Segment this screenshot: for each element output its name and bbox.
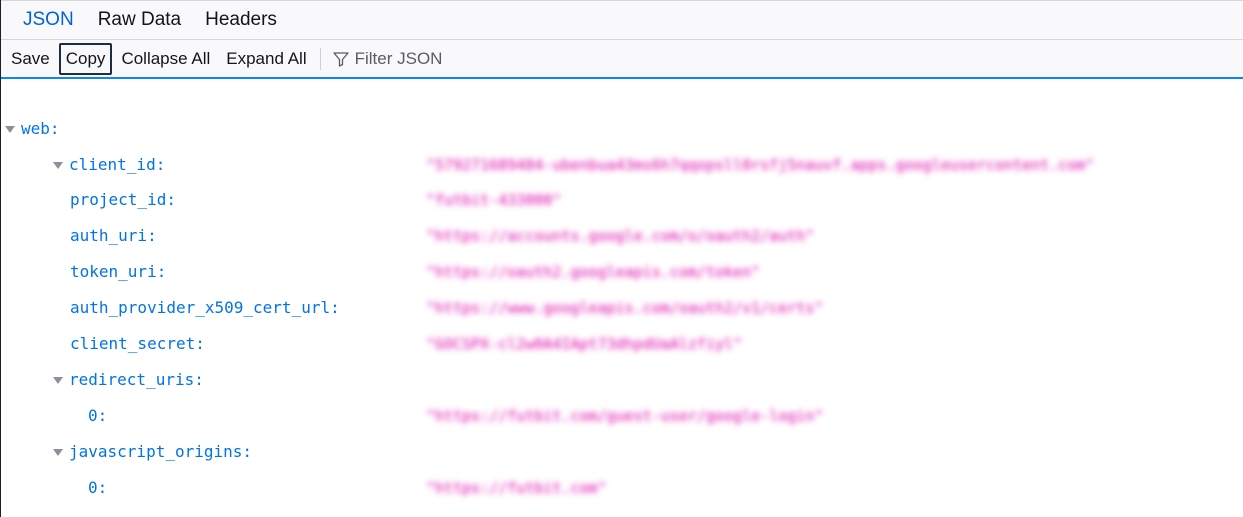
viewer-tabs: JSON Raw Data Headers: [1, 0, 1243, 40]
tree-row-auth-uri[interactable]: auth_uri:: [70, 224, 157, 248]
key-redirect-uris: redirect_uris:: [69, 370, 204, 389]
value-client-secret: "GOCSPX-cl2w0A4IApt73dhpdUaAlzfiyl": [426, 335, 743, 353]
key-auth-uri: auth_uri:: [70, 226, 157, 245]
key-project-id: project_id:: [70, 190, 176, 209]
tab-headers[interactable]: Headers: [193, 1, 289, 39]
expand-toggle-icon[interactable]: [51, 440, 65, 464]
tree-row-javascript-origins[interactable]: javascript_origins:: [51, 440, 252, 464]
key-javascript-origins: javascript_origins:: [69, 442, 253, 461]
expand-toggle-icon[interactable]: [51, 368, 65, 392]
tree-row-auth-provider-cert-url[interactable]: auth_provider_x509_cert_url:: [70, 296, 340, 320]
copy-button[interactable]: Copy: [58, 42, 113, 75]
value-origins-0: "https://futbit.com": [426, 479, 607, 497]
expand-toggle-icon[interactable]: [51, 153, 65, 177]
toolbar-divider: [319, 47, 321, 70]
value-token-uri: "https://oauth2.googleapis.com/token": [426, 263, 761, 281]
value-client-id: "579271689484-ubenbua43ms6h7qqopsll0rsfj…: [426, 156, 1095, 174]
value-auth-provider-cert-url: "https://www.googleapis.com/oauth2/v1/ce…: [426, 299, 824, 317]
key-origins-0: 0:: [88, 478, 108, 497]
tree-row-redirect-uris[interactable]: redirect_uris:: [51, 368, 204, 392]
tab-raw-data[interactable]: Raw Data: [86, 1, 193, 39]
tab-json[interactable]: JSON: [11, 1, 86, 39]
expand-toggle-icon[interactable]: [3, 117, 17, 141]
filter-icon: [332, 51, 349, 67]
tree-row-redirect-0[interactable]: 0:: [88, 404, 107, 428]
save-button[interactable]: Save: [4, 43, 57, 75]
expand-all-button[interactable]: Expand All: [219, 43, 313, 75]
filter-placeholder: Filter JSON: [354, 48, 443, 68]
tree-row-token-uri[interactable]: token_uri:: [70, 260, 166, 284]
key-client-id: client_id:: [69, 155, 166, 174]
filter-json-input[interactable]: Filter JSON: [332, 48, 443, 69]
key-auth-provider-cert-url: auth_provider_x509_cert_url:: [70, 298, 340, 317]
tree-row-web[interactable]: web:: [3, 117, 60, 141]
collapse-all-button[interactable]: Collapse All: [114, 43, 217, 75]
value-project-id: "futbit-433000": [426, 191, 562, 209]
key-web: web:: [21, 119, 60, 138]
key-token-uri: token_uri:: [70, 262, 167, 281]
tree-row-project-id[interactable]: project_id:: [70, 188, 176, 212]
tree-row-client-id[interactable]: client_id:: [51, 153, 165, 177]
tree-row-client-secret[interactable]: client_secret:: [70, 332, 205, 356]
json-toolbar: Save Copy Collapse All Expand All Filter…: [1, 40, 1243, 79]
tree-row-origins-0[interactable]: 0:: [88, 476, 107, 500]
key-client-secret: client_secret:: [70, 334, 205, 353]
value-redirect-0: "https://futbit.com/guest-user/google-lo…: [426, 407, 824, 425]
value-auth-uri: "https://accounts.google.com/o/oauth2/au…: [426, 227, 815, 245]
key-redirect-0: 0:: [88, 406, 108, 425]
